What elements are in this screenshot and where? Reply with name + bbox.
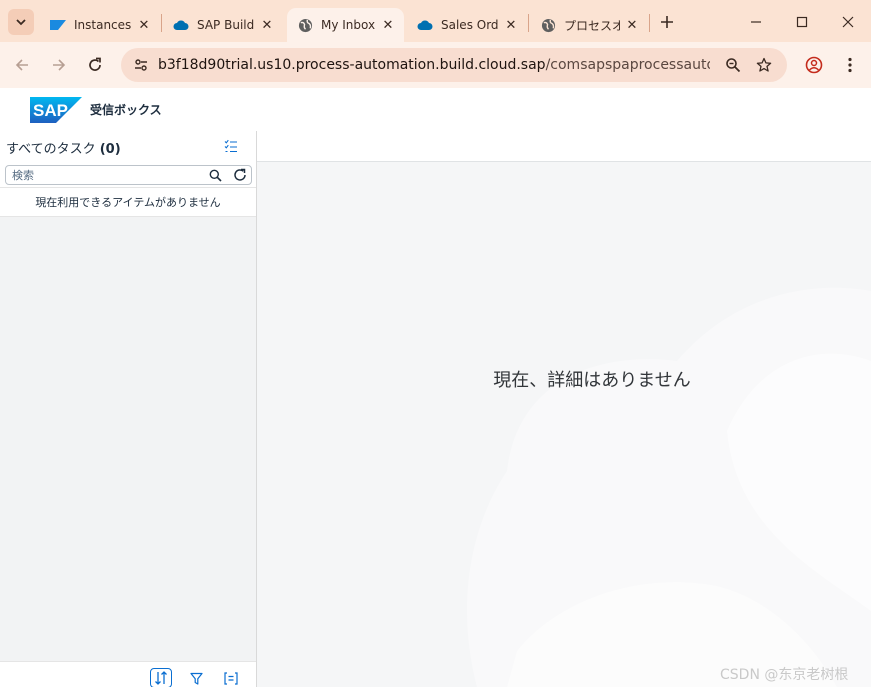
detail-header-bar (257, 131, 871, 162)
task-list-panel: すべてのタスク (0) 現在利用できるアイテムがありません (0, 131, 257, 687)
globe-icon (540, 17, 556, 33)
arrow-right-icon (53, 59, 66, 71)
cloud-icon (417, 17, 433, 33)
chevron-down-icon (16, 19, 26, 26)
multi-select-button[interactable] (222, 137, 240, 155)
reload-icon (89, 57, 101, 71)
close-icon[interactable]: ✕ (380, 17, 396, 33)
task-count: (0) (99, 142, 121, 157)
sap-logo-text: SAP (33, 101, 68, 120)
search-input[interactable] (12, 167, 202, 183)
tab-title: SAP Build (197, 18, 255, 32)
tab-separator (161, 14, 162, 32)
task-list-title: すべてのタスク (0) (6, 138, 121, 157)
tab-process-overview[interactable]: プロセスオー ✕ (530, 8, 648, 42)
reload-button[interactable] (79, 49, 111, 81)
search-field[interactable] (5, 165, 252, 185)
forward-button[interactable] (43, 49, 75, 81)
cloud-icon (173, 17, 189, 33)
more-vertical-icon (848, 57, 852, 73)
filter-icon (189, 672, 203, 685)
close-icon[interactable]: ✕ (136, 17, 152, 33)
tab-sap-build[interactable]: SAP Build ✕ (163, 8, 283, 42)
app-title: 受信ボックス (90, 103, 162, 117)
browser-toolbar: b3f18d90trial.us10.process-automation.bu… (0, 42, 871, 88)
no-detail-message: 現在、詳細はありません (493, 370, 691, 391)
task-list-title-text: すべてのタスク (6, 142, 96, 157)
tab-my-inbox[interactable]: My Inbox ✕ (287, 8, 404, 42)
group-list-icon (224, 671, 238, 685)
watermark-text: CSDN @东京老树根 (720, 667, 849, 683)
tab-title: My Inbox (321, 18, 376, 32)
bookmark-star-icon[interactable] (752, 53, 776, 77)
tab-instances[interactable]: Instances ✕ (40, 8, 160, 42)
profile-icon (805, 56, 823, 74)
browser-tab-strip: Instances ✕ SAP Build ✕ My Inbox ✕ Sales… (0, 0, 871, 42)
group-button[interactable] (220, 668, 242, 687)
minimize-button[interactable] (733, 6, 779, 38)
close-icon[interactable]: ✕ (503, 17, 519, 33)
task-detail-panel: 現在、詳細はありません (257, 131, 871, 687)
url-path: /comsapspaprocessautomation.c... (545, 57, 710, 73)
inbox-app: SAP 受信ボックス すべてのタスク (0) 現在利用できるアイテムがありません (0, 88, 871, 687)
new-tab-button[interactable] (656, 11, 678, 33)
globe-icon (297, 17, 313, 33)
url-host: b3f18d90trial.us10.process-automation.bu… (158, 57, 546, 73)
maximize-icon (796, 16, 808, 28)
sap-logo[interactable]: SAP (30, 97, 82, 123)
back-button[interactable] (6, 49, 38, 81)
url-text[interactable]: b3f18d90trial.us10.process-automation.bu… (158, 57, 710, 73)
tab-sales-order[interactable]: Sales Orde ✕ (407, 8, 527, 42)
arrow-left-icon (15, 59, 28, 71)
close-window-button[interactable] (825, 6, 871, 38)
sort-icon (155, 671, 167, 685)
profile-button[interactable] (802, 53, 826, 77)
tab-title: Sales Orde (441, 18, 499, 32)
sort-button[interactable] (150, 668, 172, 687)
tab-title: プロセスオー (564, 18, 620, 33)
refresh-icon[interactable] (231, 166, 249, 184)
zoom-icon[interactable] (721, 53, 745, 77)
tab-separator (528, 14, 529, 32)
plus-icon (661, 16, 673, 28)
shell-bar: SAP 受信ボックス (0, 88, 871, 131)
close-icon[interactable]: ✕ (259, 17, 275, 33)
tab-separator (649, 14, 650, 32)
decorative-flower-background (467, 287, 871, 687)
tab-search-button[interactable] (8, 9, 34, 35)
task-list-footer-toolbar (0, 661, 256, 687)
sap-logo-icon (50, 17, 66, 33)
browser-menu-button[interactable] (838, 53, 862, 77)
task-list-empty-message: 現在利用できるアイテムがありません (0, 187, 256, 217)
filter-button[interactable] (185, 668, 207, 687)
multi-select-icon (224, 139, 237, 153)
maximize-button[interactable] (779, 6, 825, 38)
address-bar[interactable]: b3f18d90trial.us10.process-automation.bu… (121, 48, 787, 82)
search-icon[interactable] (206, 167, 224, 183)
site-info-icon[interactable] (129, 53, 153, 77)
close-icon[interactable]: ✕ (624, 17, 640, 33)
minimize-icon (751, 21, 761, 23)
close-icon (842, 16, 854, 28)
tab-title: Instances (74, 18, 132, 32)
